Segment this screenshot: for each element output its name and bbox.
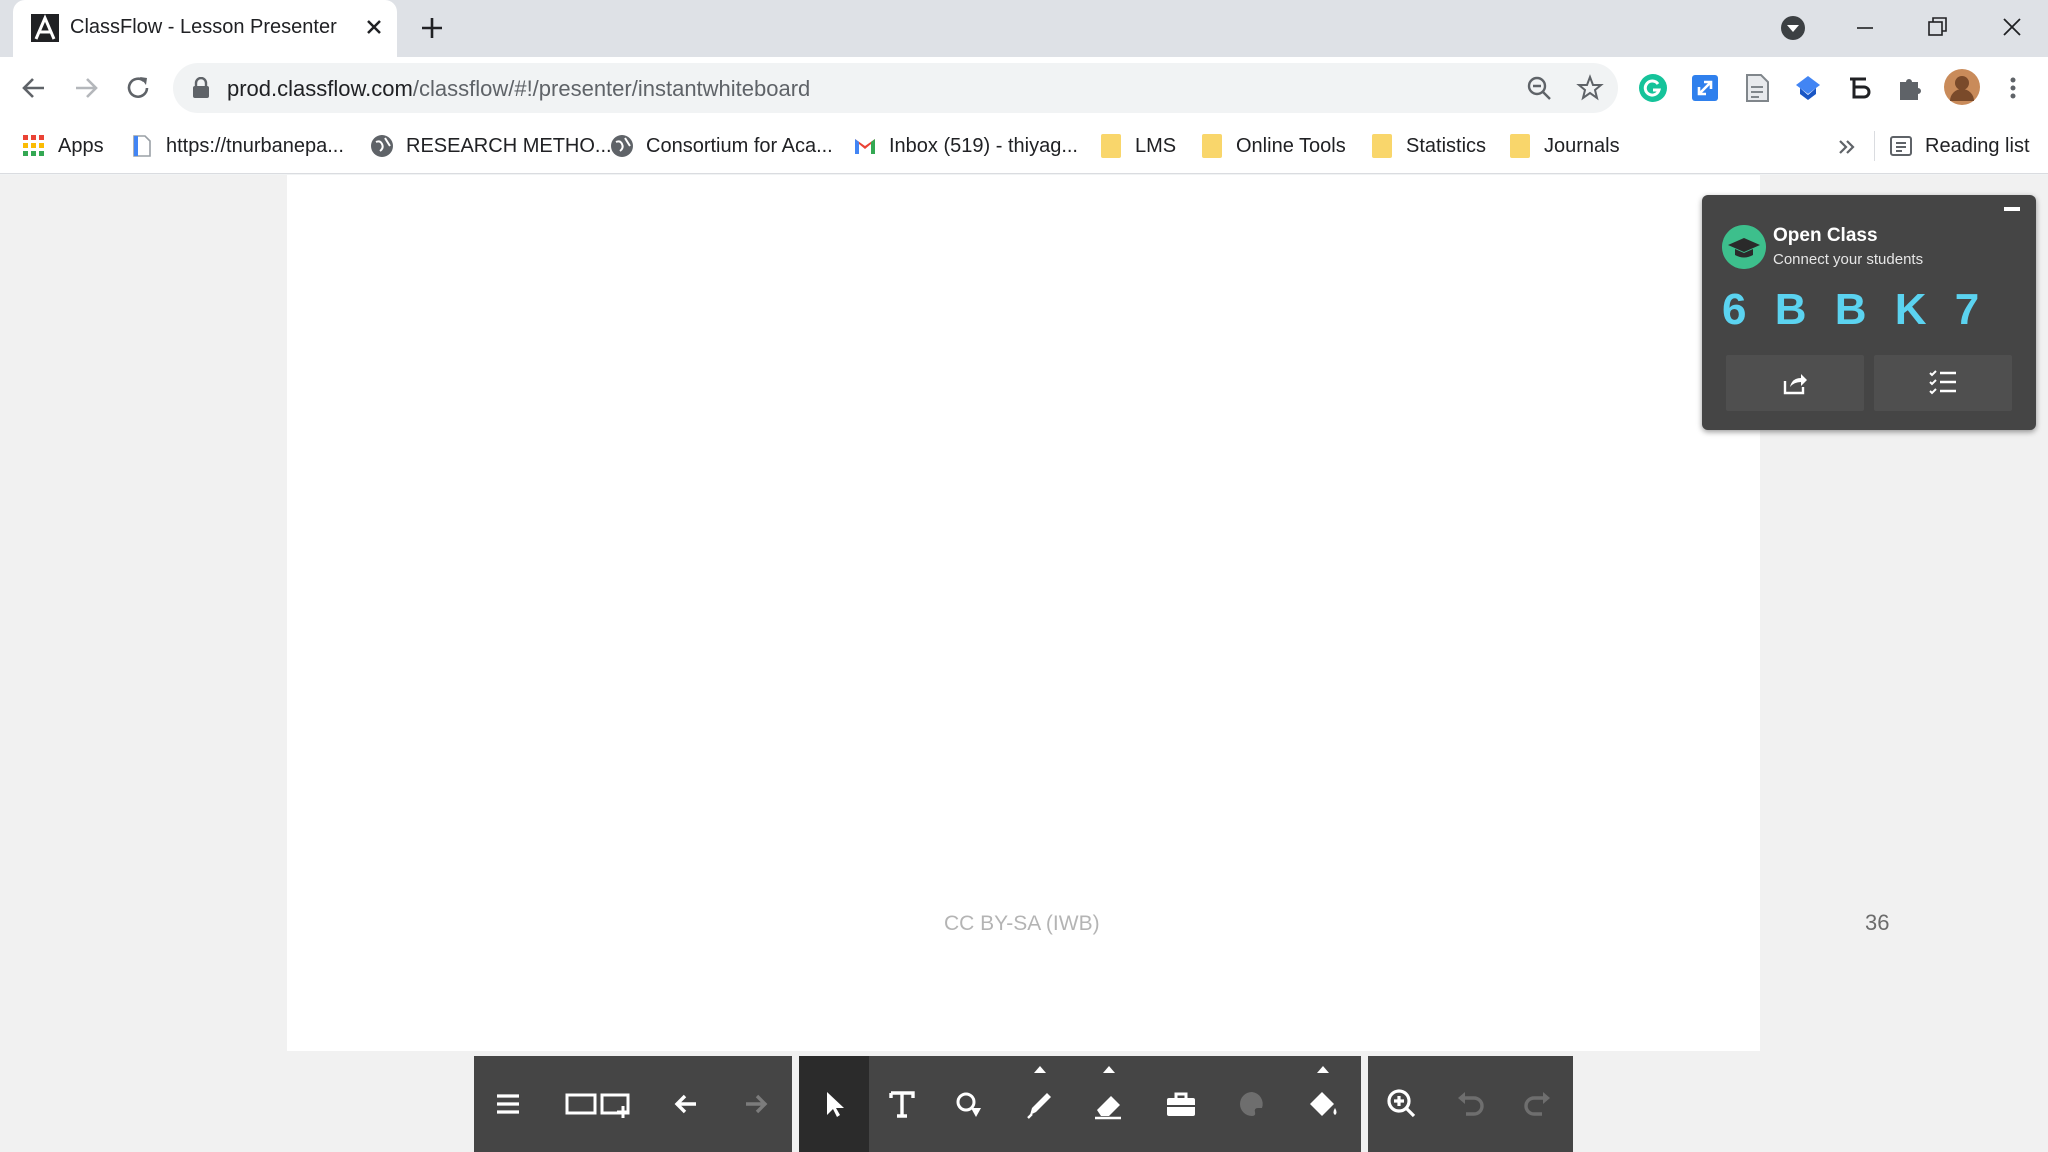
folder-icon <box>1202 134 1222 158</box>
share-icon <box>1783 374 1807 395</box>
zoom-icon[interactable] <box>1525 74 1553 102</box>
folder-icon <box>1510 134 1530 158</box>
tab-strip: ClassFlow - Lesson Presenter <box>0 0 2048 57</box>
bookmark-folder-lms[interactable]: LMS <box>1101 131 1176 161</box>
redo-icon[interactable] <box>1518 1084 1558 1124</box>
undo-icon[interactable] <box>1450 1084 1490 1124</box>
close-window-icon[interactable] <box>1992 10 2032 46</box>
class-code: 6 B B K 7 <box>1722 285 1988 334</box>
url-host: prod.classflow.com <box>227 76 413 101</box>
bookmarks-bar: Apps https://tnurbanepa... RESEARCH METH… <box>0 119 2048 174</box>
bookmark-research-methods[interactable]: RESEARCH METHO... <box>370 131 612 161</box>
eraser-options-caret-icon[interactable] <box>1103 1066 1115 1073</box>
bookmarks-divider <box>1874 131 1875 161</box>
more-bookmarks-chevron-icon[interactable] <box>1836 136 1858 158</box>
bookmark-label: Inbox (519) - thiyag... <box>889 134 1078 157</box>
forward-arrow-icon[interactable] <box>68 70 104 106</box>
bookmark-label: Journals <box>1544 134 1620 157</box>
bookmark-apps[interactable]: Apps <box>22 131 104 161</box>
bookmark-label: RESEARCH METHO... <box>406 134 612 157</box>
student-list-button[interactable] <box>1874 355 2012 411</box>
previous-page-icon[interactable] <box>666 1084 706 1124</box>
bookmark-consortium[interactable]: Consortium for Aca... <box>610 131 833 161</box>
toolbox-icon[interactable] <box>1161 1084 1201 1124</box>
bookmark-label: Apps <box>58 134 104 157</box>
bookmark-folder-online-tools[interactable]: Online Tools <box>1202 131 1346 161</box>
bookmark-label: LMS <box>1135 134 1177 157</box>
fill-options-caret-icon[interactable] <box>1317 1066 1329 1073</box>
open-class-panel: Open Class Connect your students 6 B B K… <box>1702 195 2036 430</box>
open-class-subtitle: Connect your students <box>1773 251 1924 268</box>
document-extension-icon[interactable] <box>1742 73 1772 103</box>
bookmark-label: Online Tools <box>1236 134 1346 157</box>
minimize-panel-button[interactable] <box>2004 207 2020 211</box>
reading-list-icon <box>1890 136 1912 156</box>
folder-icon <box>1372 134 1392 158</box>
close-tab-icon[interactable] <box>361 14 387 40</box>
license-watermark: CC BY-SA (IWB) <box>944 912 1100 935</box>
share-button[interactable] <box>1726 355 1864 411</box>
shield-extension-icon[interactable] <box>1793 73 1823 103</box>
checklist-icon <box>1929 370 1956 395</box>
browser-toolbar: prod.classflow.com/classflow/#!/presente… <box>0 57 2048 119</box>
reload-icon[interactable] <box>120 70 156 106</box>
profile-avatar[interactable] <box>1944 69 1980 105</box>
globe-icon <box>371 135 393 157</box>
reading-list-label: Reading list <box>1925 134 2030 157</box>
menu-hamburger-icon[interactable] <box>488 1084 528 1124</box>
select-pointer-icon[interactable] <box>814 1084 854 1124</box>
pen-tool-icon[interactable] <box>1020 1084 1060 1124</box>
presenter-tools-group <box>799 1056 1361 1152</box>
add-page-icon[interactable] <box>600 1084 636 1124</box>
minimize-icon[interactable] <box>1845 10 1885 46</box>
restore-icon[interactable] <box>1917 10 1957 46</box>
browser-tab[interactable]: ClassFlow - Lesson Presenter <box>13 0 397 57</box>
bookmark-label: Statistics <box>1406 134 1487 157</box>
zoom-in-icon[interactable] <box>1382 1084 1422 1124</box>
bookmark-inbox[interactable]: Inbox (519) - thiyag... <box>853 131 1078 161</box>
page-view-icon[interactable] <box>564 1084 600 1124</box>
expand-extension-icon[interactable] <box>1690 73 1720 103</box>
gmail-icon <box>855 139 875 154</box>
address-bar[interactable]: prod.classflow.com/classflow/#!/presente… <box>173 63 1618 113</box>
folder-icon <box>1101 134 1121 158</box>
new-tab-icon[interactable] <box>418 14 446 42</box>
eraser-tool-icon[interactable] <box>1089 1084 1129 1124</box>
graduation-cap-icon <box>1722 225 1766 269</box>
tab-title: ClassFlow - Lesson Presenter <box>70 16 337 38</box>
page-icon <box>133 135 151 157</box>
stylized-extension-icon[interactable] <box>1844 73 1874 103</box>
text-tool-icon[interactable] <box>882 1084 922 1124</box>
bookmark-star-icon[interactable] <box>1576 74 1604 102</box>
grammarly-extension-icon[interactable] <box>1638 73 1668 103</box>
presenter-view-group <box>1368 1056 1573 1152</box>
pen-options-caret-icon[interactable] <box>1034 1066 1046 1073</box>
presenter-nav-group <box>474 1056 792 1152</box>
reading-list-button[interactable]: Reading list <box>1889 131 2030 161</box>
apps-grid-icon <box>23 135 44 156</box>
bookmark-tnurbanepa[interactable]: https://tnurbanepa... <box>130 131 344 161</box>
url-text[interactable]: prod.classflow.com/classflow/#!/presente… <box>227 76 810 102</box>
next-page-icon[interactable] <box>736 1084 776 1124</box>
url-path: /classflow/#!/presenter/instantwhiteboar… <box>412 76 811 101</box>
bookmark-label: https://tnurbanepa... <box>166 134 344 157</box>
bookmark-folder-journals[interactable]: Journals <box>1510 131 1620 161</box>
classflow-logo-icon <box>31 14 59 42</box>
color-palette-icon[interactable] <box>1232 1084 1272 1124</box>
globe-icon <box>611 135 633 157</box>
shapes-tool-icon[interactable] <box>951 1084 991 1124</box>
bookmark-folder-statistics[interactable]: Statistics <box>1372 131 1486 161</box>
open-class-title: Open Class <box>1773 225 1878 246</box>
slide-page-number: 36 <box>1865 910 1890 935</box>
back-arrow-icon[interactable] <box>16 70 52 106</box>
menu-kebab-icon[interactable] <box>1998 73 2028 103</box>
bookmark-label: Consortium for Aca... <box>646 134 833 157</box>
fill-bucket-icon[interactable] <box>1302 1084 1342 1124</box>
presenter-area: Open Class Connect your students 6 B B K… <box>0 175 2048 1152</box>
extensions-puzzle-icon[interactable] <box>1895 73 1925 103</box>
lock-icon <box>193 77 209 98</box>
tab-search-icon[interactable] <box>1773 10 1813 46</box>
